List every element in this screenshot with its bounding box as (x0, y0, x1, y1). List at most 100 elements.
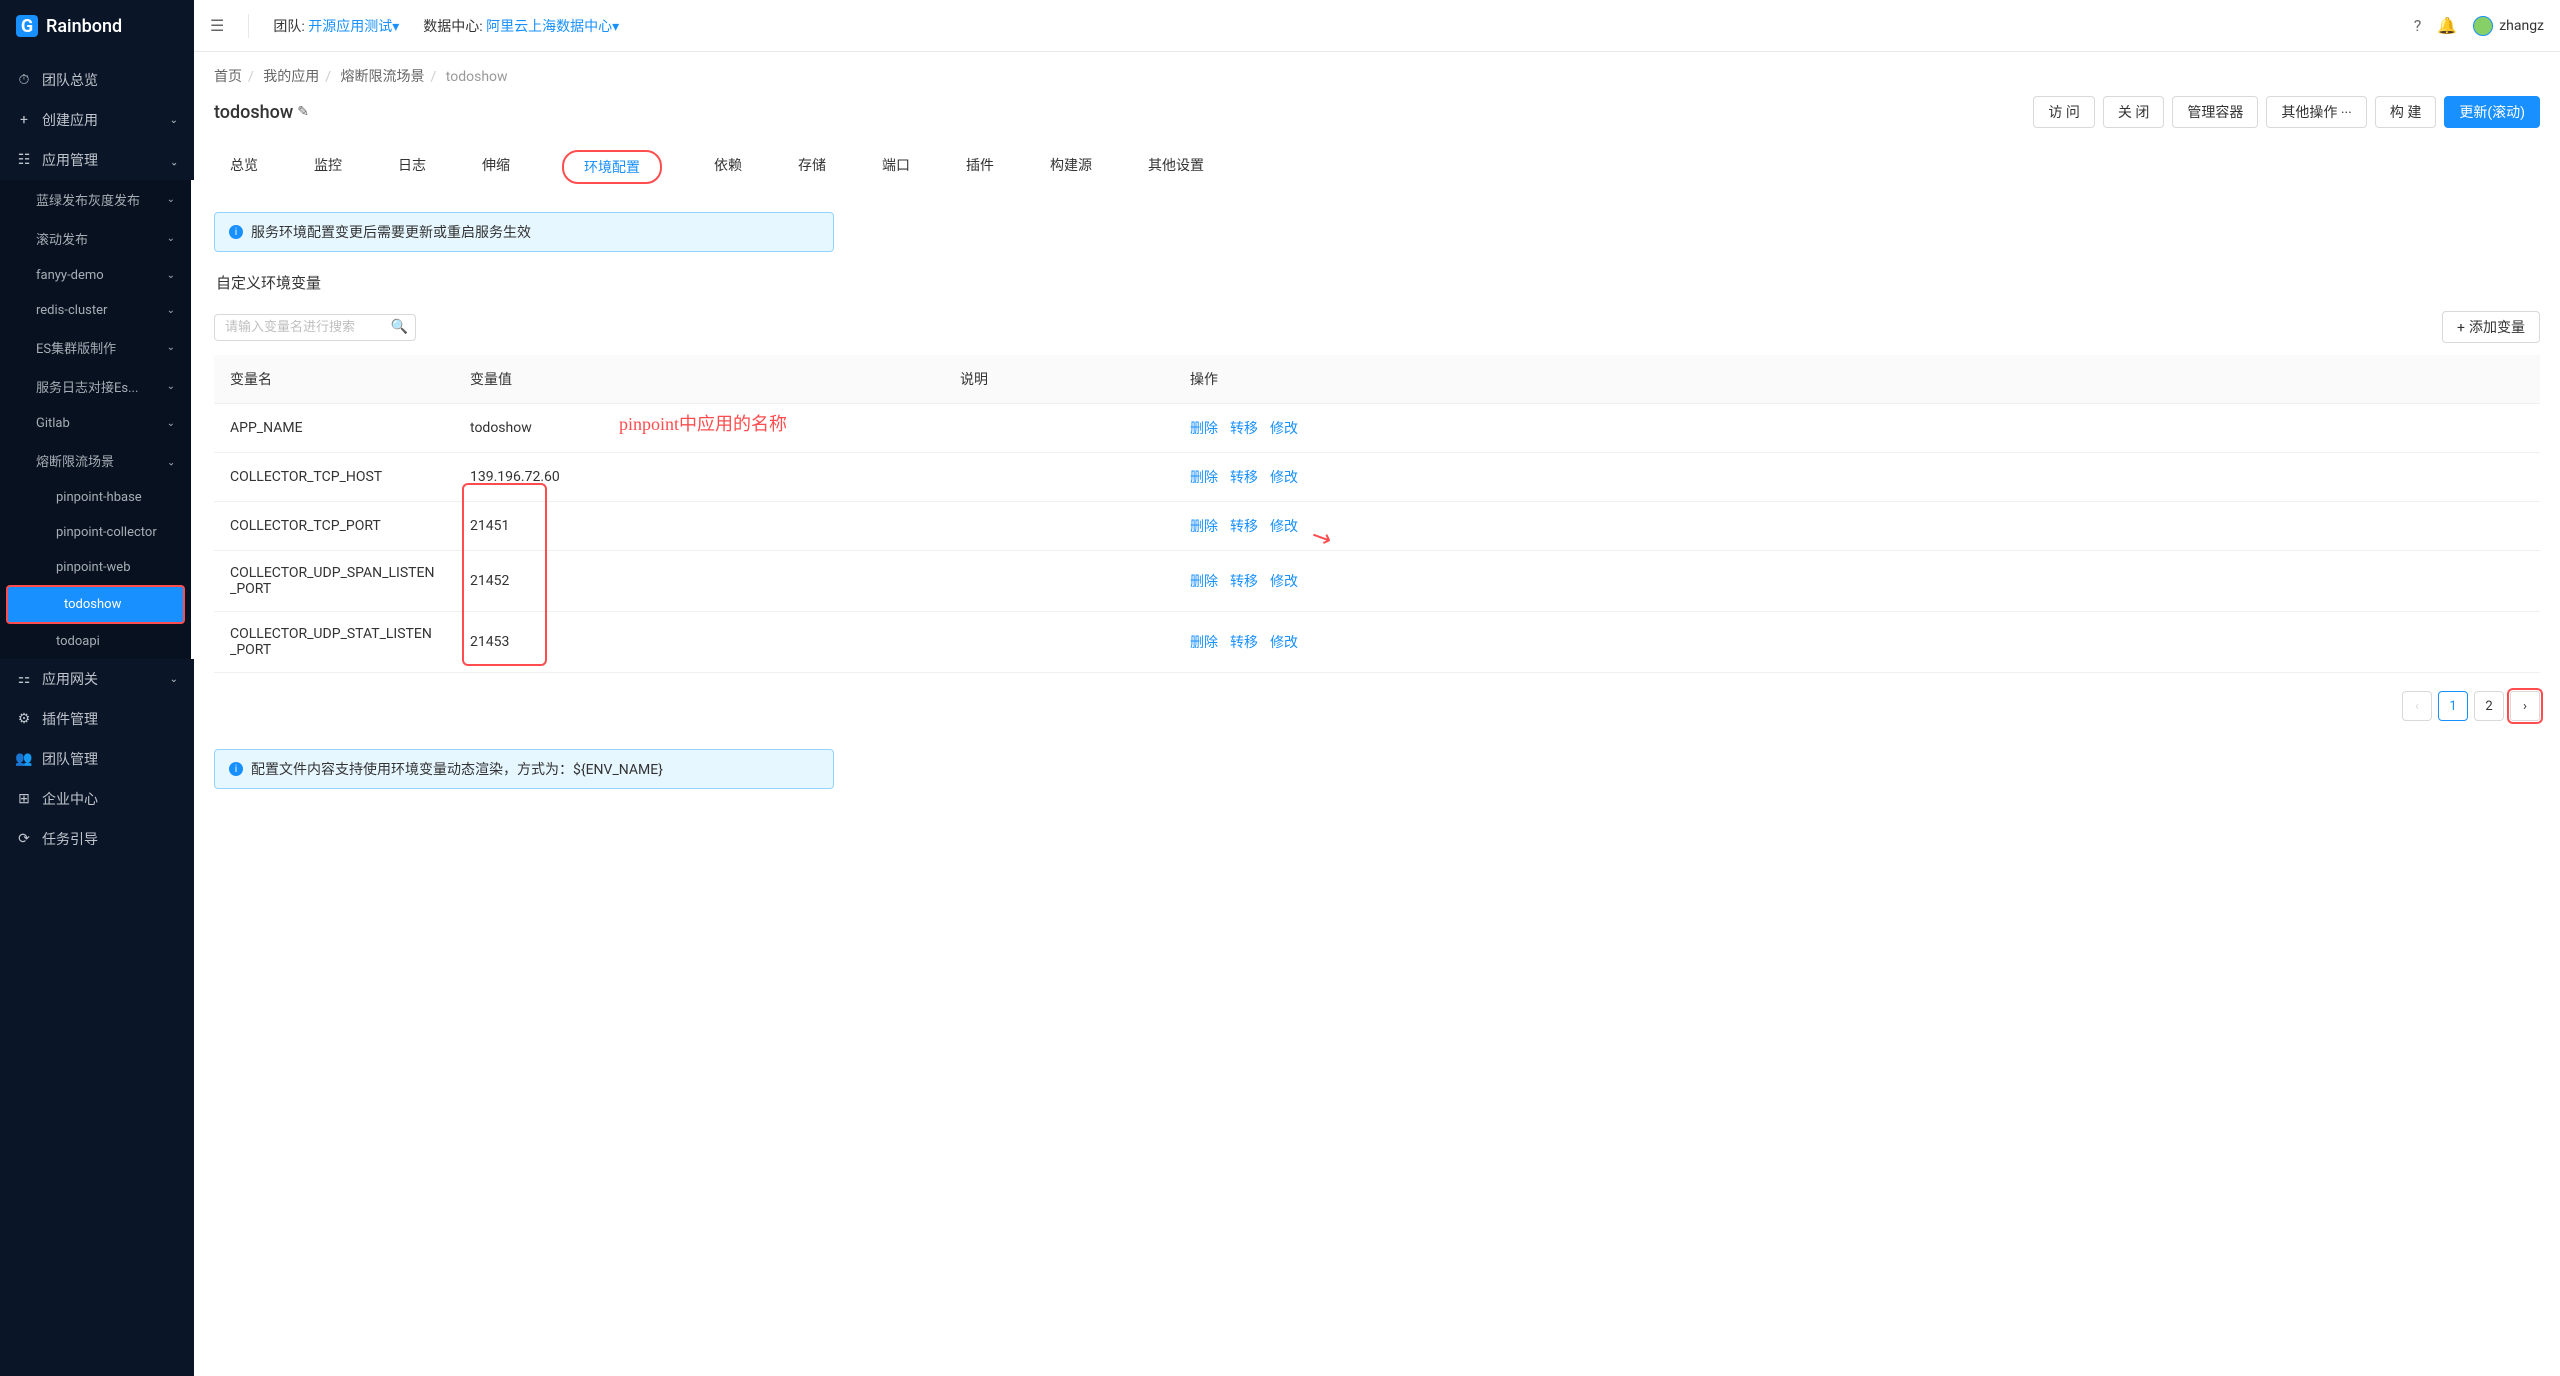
sidebar-item[interactable]: ES集群版制作⌄ (0, 328, 191, 367)
table-row: COLLECTOR_TCP_HOST 139.196.72.60 删除转移修改 (214, 453, 2540, 502)
sidebar-item-todoshow[interactable]: todoshow (6, 585, 185, 624)
datacenter-selector[interactable]: 数据中心: 阿里云上海数据中心▾ (423, 16, 619, 36)
visit-button[interactable]: 访 问 (2033, 96, 2094, 128)
var-desc (944, 502, 1174, 551)
pagination: ‹ 1 2 › (214, 691, 2540, 721)
transfer-link[interactable]: 转移 (1230, 635, 1258, 651)
var-value: 139.196.72.60 (454, 453, 944, 502)
tab-monitor[interactable]: 监控 (310, 150, 346, 184)
sidebar-item-pinpoint-hbase[interactable]: pinpoint-hbase (0, 480, 191, 515)
sidebar-item[interactable]: 蓝绿发布灰度发布⌄ (0, 180, 191, 219)
sidebar-item[interactable]: redis-cluster⌄ (0, 293, 191, 328)
modify-link[interactable]: 修改 (1270, 470, 1298, 486)
env-table: 变量名 变量值 说明 操作 APP_NAME todoshow 删除转移修改 (214, 355, 2540, 673)
edit-icon[interactable]: ✎ (297, 104, 309, 120)
page-prev[interactable]: ‹ (2402, 691, 2432, 721)
clock-icon: ⏱ (16, 72, 32, 88)
build-button[interactable]: 构 建 (2375, 96, 2436, 128)
help-icon[interactable]: ? (2414, 16, 2422, 35)
delete-link[interactable]: 删除 (1190, 421, 1218, 437)
sidebar-item-todoapi[interactable]: todoapi (0, 624, 191, 659)
var-name: APP_NAME (214, 404, 454, 453)
page-2[interactable]: 2 (2474, 691, 2504, 721)
var-name: COLLECTOR_TCP_PORT (214, 502, 454, 551)
tab-scale[interactable]: 伸缩 (478, 150, 514, 184)
sidebar-item[interactable]: Gitlab⌄ (0, 406, 191, 441)
plus-icon: + (16, 112, 32, 128)
delete-link[interactable]: 删除 (1190, 519, 1218, 535)
tab-port[interactable]: 端口 (878, 150, 914, 184)
sidebar-item[interactable]: 服务日志对接Es...⌄ (0, 367, 191, 406)
nav-subsub: pinpoint-hbase pinpoint-collector pinpoi… (0, 480, 191, 659)
var-desc (944, 612, 1174, 673)
breadcrumb-myapp[interactable]: 我的应用 (263, 69, 319, 85)
delete-link[interactable]: 删除 (1190, 574, 1218, 590)
chevron-down-icon: ⌄ (170, 674, 178, 685)
tab-build-source[interactable]: 构建源 (1046, 150, 1096, 184)
other-ops-button[interactable]: 其他操作 ··· (2266, 96, 2366, 128)
nav-enterprise[interactable]: ⊞企业中心 (0, 779, 194, 819)
modify-link[interactable]: 修改 (1270, 421, 1298, 437)
nav-gateway[interactable]: ⚏应用网关⌄ (0, 659, 194, 699)
modify-link[interactable]: 修改 (1270, 635, 1298, 651)
sidebar-toggle-icon[interactable]: ☰ (210, 16, 224, 35)
team-icon: 👥 (16, 751, 32, 767)
modify-link[interactable]: 修改 (1270, 574, 1298, 590)
page-next[interactable]: › (2510, 691, 2540, 721)
brand-text: Rainbond (46, 16, 122, 37)
var-value: 21452 (454, 551, 944, 612)
delete-link[interactable]: 删除 (1190, 470, 1218, 486)
page-actions: 访 问 关 闭 管理容器 其他操作 ··· 构 建 更新(滚动) (2033, 96, 2540, 128)
var-name: COLLECTOR_UDP_SPAN_LISTEN_PORT (214, 551, 454, 612)
nav-guide[interactable]: ⟳任务引导 (0, 819, 194, 859)
topbar: ☰ 团队: 开源应用测试▾ 数据中心: 阿里云上海数据中心▾ ? 🔔 zhang… (194, 0, 2560, 52)
tab-overview[interactable]: 总览 (226, 150, 262, 184)
sidebar-item-scenario[interactable]: 熔断限流场景⌃ (0, 441, 191, 480)
transfer-link[interactable]: 转移 (1230, 519, 1258, 535)
transfer-link[interactable]: 转移 (1230, 574, 1258, 590)
caret-down-icon: ▾ (612, 19, 619, 35)
user-menu[interactable]: zhangz (2473, 16, 2544, 36)
modify-link[interactable]: 修改 (1270, 519, 1298, 535)
search-input[interactable] (214, 314, 416, 341)
manage-container-button[interactable]: 管理容器 (2172, 96, 2258, 128)
table-row: COLLECTOR_UDP_STAT_LISTEN_PORT 21453 删除转… (214, 612, 2540, 673)
tab-other[interactable]: 其他设置 (1144, 150, 1208, 184)
team-value: 开源应用测试 (308, 19, 392, 35)
nav-plugin[interactable]: ⚙插件管理 (0, 699, 194, 739)
info-icon: i (229, 762, 243, 776)
team-selector[interactable]: 团队: 开源应用测试▾ (273, 16, 399, 36)
chevron-up-icon: ⌃ (170, 155, 178, 166)
nav-create-app[interactable]: + 创建应用 ⌄ (0, 100, 194, 140)
breadcrumb-home[interactable]: 首页 (214, 69, 242, 85)
update-rolling-button[interactable]: 更新(滚动) (2444, 96, 2540, 128)
sidebar-item-pinpoint-web[interactable]: pinpoint-web (0, 550, 191, 585)
search-icon[interactable]: 🔍 (391, 319, 408, 335)
tab-dependency[interactable]: 依赖 (710, 150, 746, 184)
brand-logo[interactable]: G Rainbond (0, 0, 194, 52)
tab-plugin[interactable]: 插件 (962, 150, 998, 184)
page-1[interactable]: 1 (2438, 691, 2468, 721)
gateway-icon: ⚏ (16, 671, 32, 687)
delete-link[interactable]: 删除 (1190, 635, 1218, 651)
nav-team[interactable]: 👥团队管理 (0, 739, 194, 779)
close-button[interactable]: 关 闭 (2103, 96, 2164, 128)
alert-text: 服务环境配置变更后需要更新或重启服务生效 (251, 222, 531, 242)
tab-env-config[interactable]: 环境配置 (562, 150, 662, 184)
divider (248, 14, 249, 38)
transfer-link[interactable]: 转移 (1230, 470, 1258, 486)
dc-label: 数据中心: (423, 19, 482, 35)
add-variable-button[interactable]: +添加变量 (2442, 311, 2540, 343)
col-value: 变量值 (454, 355, 944, 404)
chevron-down-icon: ⌄ (167, 233, 175, 244)
sidebar-item[interactable]: 滚动发布⌄ (0, 219, 191, 258)
transfer-link[interactable]: 转移 (1230, 421, 1258, 437)
nav-team-overview[interactable]: ⏱ 团队总览 (0, 60, 194, 100)
tab-log[interactable]: 日志 (394, 150, 430, 184)
sidebar-item[interactable]: fanyy-demo⌄ (0, 258, 191, 293)
nav-app-manage[interactable]: ☷ 应用管理 ⌃ (0, 140, 194, 180)
tab-storage[interactable]: 存储 (794, 150, 830, 184)
breadcrumb-scenario[interactable]: 熔断限流场景 (341, 69, 425, 85)
bell-icon[interactable]: 🔔 (2437, 16, 2457, 35)
sidebar-item-pinpoint-collector[interactable]: pinpoint-collector (0, 515, 191, 550)
